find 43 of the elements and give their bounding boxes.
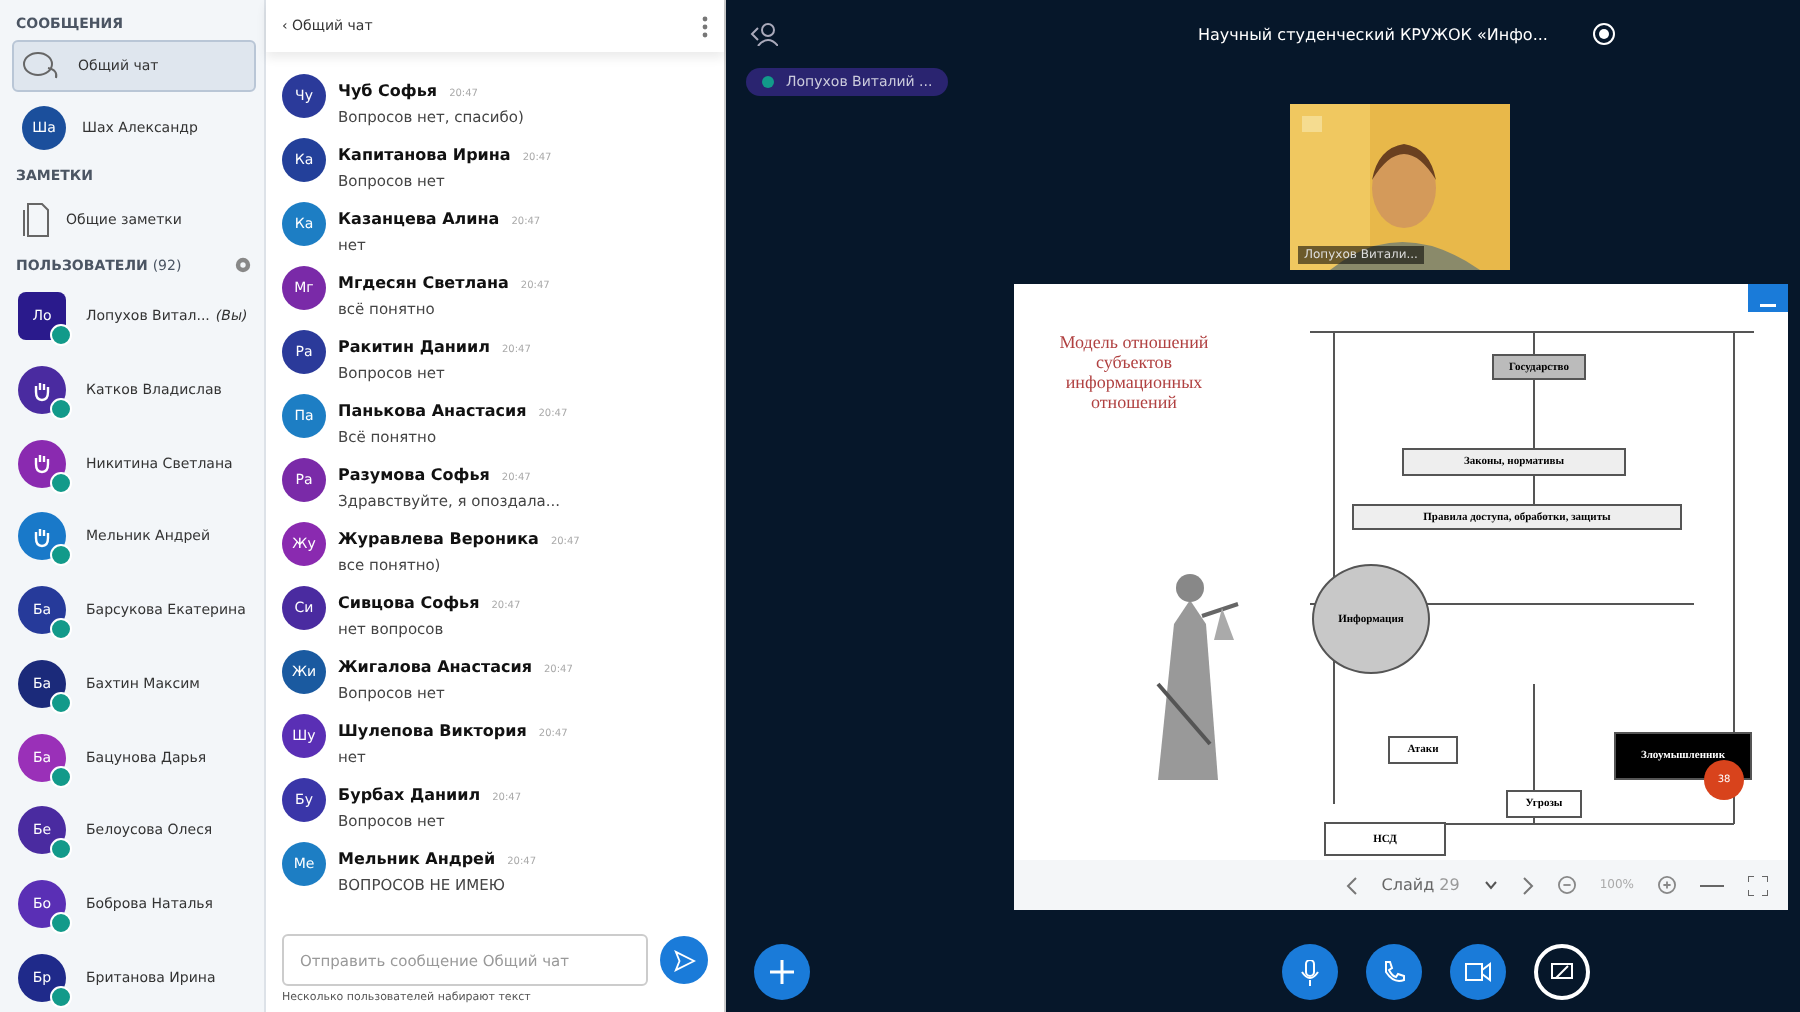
caret-icon[interactable] — [1483, 880, 1498, 890]
fit-width-icon[interactable] — [1700, 881, 1724, 889]
sender-name: Бурбах Даниил — [338, 785, 481, 803]
fullscreen-icon[interactable] — [1748, 875, 1768, 895]
sender-name: Журавлева Вероника — [338, 529, 539, 547]
screen-share-icon — [1550, 962, 1574, 982]
record-icon[interactable] — [1591, 22, 1616, 46]
video-camera-icon — [1464, 962, 1492, 982]
sender-name: Разумова Софья — [338, 465, 490, 483]
plus-icon — [770, 960, 794, 984]
send-button[interactable] — [660, 936, 708, 984]
sender-name: Чуб Софья — [338, 81, 438, 99]
sender-name: Панькова Анастасия — [338, 401, 527, 419]
previous-icon[interactable] — [1345, 875, 1358, 895]
slide-title: Модель отношений субъектов информационных отношений — [1057, 332, 1211, 412]
zoom-in-icon[interactable] — [1658, 876, 1676, 894]
sender-name: Ракитин Даниил — [338, 337, 490, 355]
phone-icon — [1382, 960, 1406, 984]
send-icon — [673, 949, 695, 971]
camera-button[interactable] — [1450, 944, 1506, 1000]
screen-share-button[interactable] — [1534, 944, 1590, 1000]
minimize-button[interactable] — [1748, 284, 1788, 312]
notes-icon — [22, 202, 50, 238]
sender-name: Мгдесян Светлана — [338, 273, 509, 291]
more-icon[interactable] — [702, 15, 708, 37]
slide-selector[interactable]: Слайд 29 — [1381, 876, 1460, 894]
sender-name: Мельник Андрей — [338, 849, 496, 867]
phone-button[interactable] — [1366, 944, 1422, 1000]
sender-name: Казанцева Алина — [338, 209, 500, 227]
settings-icon[interactable] — [234, 256, 252, 274]
chat-icon — [22, 50, 62, 82]
sender-name: Жигалова Анастасия — [338, 657, 532, 675]
minus-icon — [1760, 304, 1776, 308]
next-icon[interactable] — [1521, 875, 1534, 895]
zoom-out-icon[interactable] — [1557, 876, 1576, 894]
user-list-icon[interactable] — [750, 22, 778, 46]
actions-button[interactable] — [754, 944, 810, 1000]
microphone-button[interactable] — [1282, 944, 1338, 1000]
sender-name: Капитанова Ирина — [338, 145, 511, 163]
meeting-title: Научный студенческий КРУЖОК «Инфо... — [1198, 25, 1548, 43]
sender-name: Шулепова Виктория — [338, 721, 527, 739]
sender-name: Сивцова Софья — [338, 593, 480, 611]
microphone-icon — [1300, 959, 1320, 985]
